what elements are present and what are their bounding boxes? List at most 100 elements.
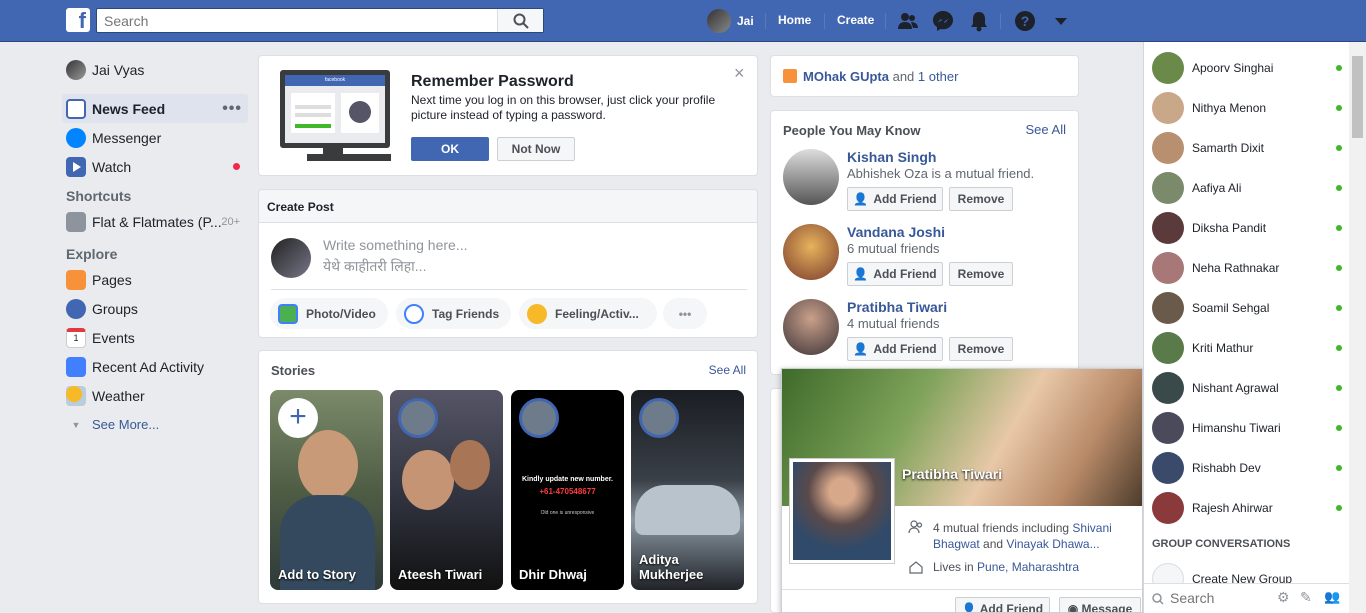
create-link[interactable]: Create <box>837 13 874 27</box>
remove-button[interactable]: Remove <box>949 337 1013 361</box>
sidebar-item-pages[interactable]: Pages <box>62 265 248 294</box>
sidebar-item-weather[interactable]: Weather <box>62 381 248 410</box>
sidebar-item-news-feed[interactable]: News Feed ••• <box>62 94 248 123</box>
online-indicator <box>1336 65 1342 71</box>
gear-icon[interactable]: ⚙ <box>1277 589 1290 606</box>
friend-requests-icon[interactable] <box>897 10 919 32</box>
lives-place-link[interactable]: Pune, Maharashtra <box>977 560 1079 574</box>
chat-sidebar: Apoorv Singhai Nithya Menon Samarth Dixi… <box>1143 42 1350 613</box>
page-scrollbar[interactable] <box>1349 42 1366 613</box>
contact-name: Kriti Mathur <box>1192 341 1254 355</box>
new-message-icon[interactable]: ✎ <box>1300 589 1312 606</box>
hovercard-message-button[interactable]: ◉ Message <box>1059 597 1141 613</box>
chat-contact[interactable]: Kriti Mathur <box>1152 331 1342 365</box>
birthday-person-link[interactable]: MOhak GUpta <box>803 69 889 84</box>
facebook-logo-icon[interactable]: f <box>66 8 90 33</box>
chat-contact[interactable]: Aafiya Ali <box>1152 171 1342 205</box>
pymk-mutual: Abhishek Oza is a mutual friend. <box>847 166 1035 181</box>
sidebar-item-flat-flatmates[interactable]: Flat & Flatmates (P... 20+ <box>62 207 248 236</box>
add-friend-icon: 👤 <box>853 192 869 206</box>
see-more-link[interactable]: ▼ See More... <box>62 410 248 439</box>
chat-contact[interactable]: Diksha Pandit <box>1152 211 1342 245</box>
story-card-aditya[interactable]: Aditya Mukherjee <box>631 390 744 590</box>
online-indicator <box>1336 305 1342 311</box>
add-friend-button[interactable]: 👤 Add Friend <box>847 262 943 286</box>
ok-button[interactable]: OK <box>411 137 489 161</box>
sidebar-item-events[interactable]: 1 Events <box>62 323 248 352</box>
pymk-name[interactable]: Pratibha Tiwari <box>847 299 947 315</box>
add-friend-label: Add Friend <box>873 342 937 356</box>
not-now-button[interactable]: Not Now <box>497 137 575 161</box>
chat-contact[interactable]: Apoorv Singhai <box>1152 51 1342 85</box>
search-button[interactable] <box>497 9 543 32</box>
hovercard-name[interactable]: Pratibha Tiwari <box>902 466 1002 482</box>
messenger-icon[interactable] <box>932 10 954 32</box>
remove-button[interactable]: Remove <box>949 262 1013 286</box>
chat-contact[interactable]: Neha Rathnakar <box>1152 251 1342 285</box>
avatar <box>1152 132 1184 164</box>
hovercard-add-friend-button[interactable]: 👤 Add Friend <box>955 597 1050 613</box>
sidebar-item-messenger[interactable]: Messenger <box>62 123 248 152</box>
avatar[interactable] <box>783 224 839 280</box>
sidebar-item-label: Recent Ad Activity <box>92 358 205 375</box>
remove-button[interactable]: Remove <box>949 187 1013 211</box>
scrollbar-thumb[interactable] <box>1352 56 1363 138</box>
photo-video-button[interactable]: Photo/Video <box>270 298 388 329</box>
more-options-button[interactable]: ••• <box>663 298 707 329</box>
avatar <box>271 238 311 278</box>
pymk-name[interactable]: Vandana Joshi <box>847 224 945 240</box>
more-options-icon[interactable]: ••• <box>222 100 242 118</box>
chat-search-input[interactable] <box>1170 590 1270 606</box>
chat-contact[interactable]: Nithya Menon <box>1152 91 1342 125</box>
tag-friends-button[interactable]: Tag Friends <box>396 298 512 329</box>
chat-contact[interactable]: Soamil Sehgal <box>1152 291 1342 325</box>
avatar <box>1152 492 1184 524</box>
create-post-header: Create Post <box>259 190 757 223</box>
post-placeholder-english[interactable]: Write something here... <box>323 237 467 253</box>
close-icon[interactable]: × <box>734 64 745 82</box>
sidebar-profile[interactable]: Jai Vyas <box>62 55 248 84</box>
help-icon[interactable]: ? <box>1014 10 1036 32</box>
feeling-activity-button[interactable]: Feeling/Activ... <box>519 298 657 329</box>
birthday-other-link[interactable]: 1 other <box>918 69 958 84</box>
chat-contact[interactable]: Rajesh Ahirwar <box>1152 491 1342 525</box>
search-input[interactable] <box>97 9 497 32</box>
create-group-icon[interactable]: 👥 <box>1324 589 1340 605</box>
add-friend-label: Add Friend <box>979 602 1044 613</box>
add-friend-button[interactable]: 👤 Add Friend <box>847 337 943 361</box>
story-card-add[interactable]: + Add to Story <box>270 390 383 590</box>
add-friend-button[interactable]: 👤 Add Friend <box>847 187 943 211</box>
message-label: Message <box>1081 602 1133 613</box>
mutual-prefix: 4 mutual friends including <box>933 521 1070 535</box>
add-friend-label: Add Friend <box>873 267 937 281</box>
top-bar: f Jai Home Create ? <box>0 0 1366 42</box>
stories-see-all-link[interactable]: See All <box>709 363 746 377</box>
story-card-dhir[interactable]: Kindly update new number. +61-470548677 … <box>511 390 624 590</box>
sidebar-item-label: Events <box>92 329 135 346</box>
avatar[interactable] <box>783 299 839 355</box>
home-link[interactable]: Home <box>778 13 811 27</box>
avatar <box>1152 292 1184 324</box>
story-card-ateesh[interactable]: Ateesh Tiwari <box>390 390 503 590</box>
profile-link[interactable]: Jai <box>707 9 754 33</box>
avatar[interactable] <box>783 149 839 205</box>
chat-contact[interactable]: Rishabh Dev <box>1152 451 1342 485</box>
pymk-see-all-link[interactable]: See All <box>1026 122 1066 137</box>
notifications-bell-icon[interactable] <box>968 10 990 32</box>
mutual-friend-link[interactable]: Vinayak Dhawa... <box>1006 537 1099 551</box>
add-story-plus-icon[interactable]: + <box>278 398 318 438</box>
chat-contact[interactable]: Himanshu Tiwari <box>1152 411 1342 445</box>
sidebar-item-watch[interactable]: Watch <box>62 152 248 181</box>
pymk-name[interactable]: Kishan Singh <box>847 149 936 165</box>
messenger-icon <box>66 127 86 148</box>
story-subtext: Old one is unresponsive <box>540 510 595 516</box>
hovercard-profile-photo[interactable] <box>789 458 895 564</box>
sidebar-item-groups[interactable]: Groups <box>62 294 248 323</box>
chevron-down-icon[interactable] <box>1050 10 1072 32</box>
sidebar-item-recent-ad-activity[interactable]: Recent Ad Activity <box>62 352 248 381</box>
chat-contact[interactable]: Samarth Dixit <box>1152 131 1342 165</box>
post-placeholder-marathi[interactable]: येथे काहीतरी लिहा... <box>323 257 426 276</box>
avatar <box>66 59 86 80</box>
chat-contact[interactable]: Nishant Agrawal <box>1152 371 1342 405</box>
flag-icon <box>66 269 86 290</box>
